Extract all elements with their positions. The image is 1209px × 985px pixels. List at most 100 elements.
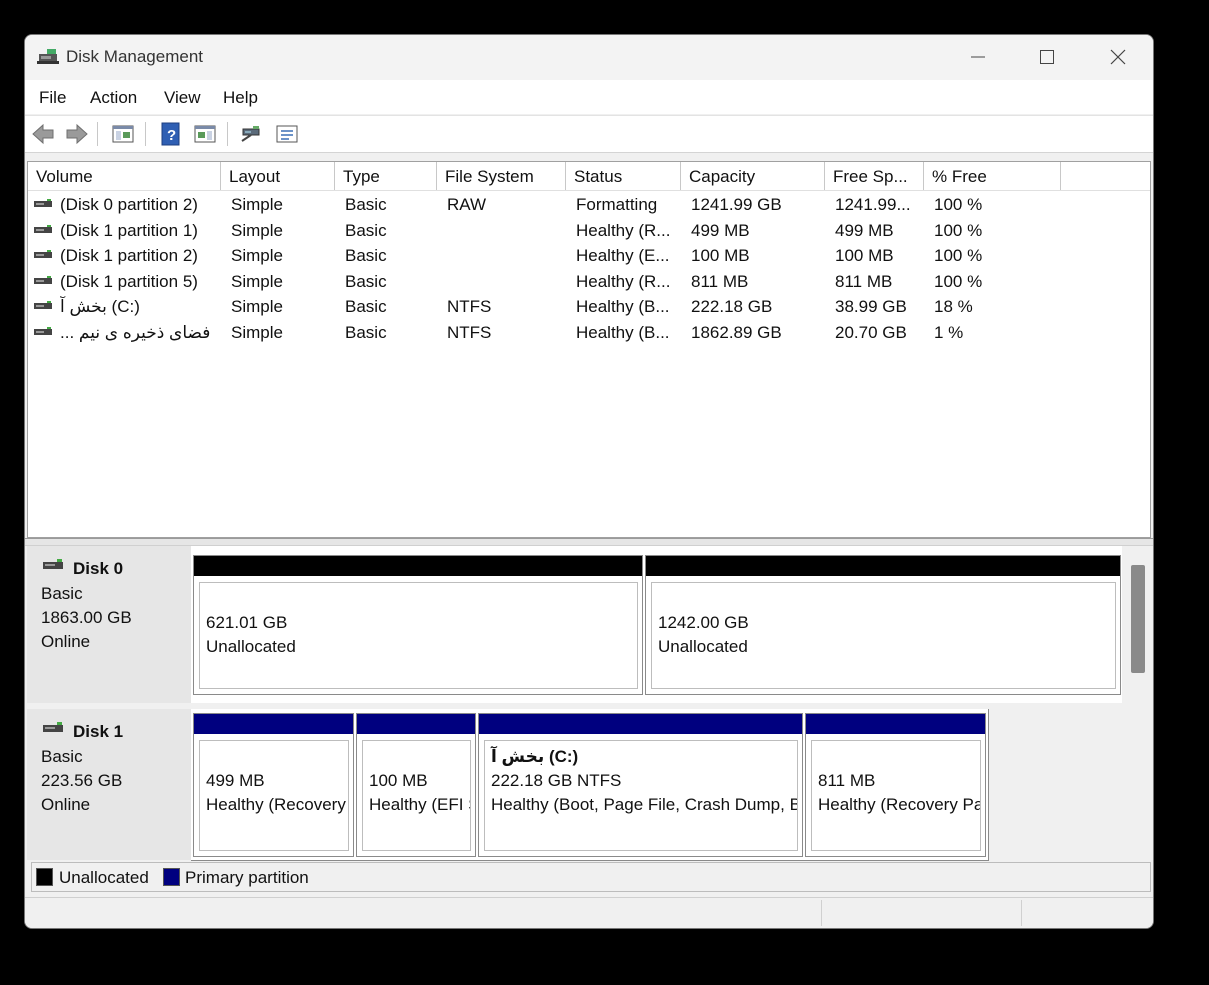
maximize-button[interactable] (1024, 39, 1070, 75)
cell-status: Healthy (B... (576, 297, 670, 317)
cell-volume: (Disk 1 partition 5) (60, 271, 198, 291)
partition-body: 811 MB Healthy (Recovery Partition) (811, 740, 981, 851)
cell-percent-free: 1 % (934, 323, 964, 342)
console-tree-icon[interactable] (111, 122, 135, 146)
column-layout[interactable]: Layout (221, 162, 335, 190)
legend-unallocated-label: Unallocated (59, 868, 149, 887)
disk-management-window: Disk Management File Action View Help ? … (24, 34, 1154, 929)
column-capacity[interactable]: Capacity (681, 162, 825, 190)
cell-status: Formatting (576, 195, 658, 214)
cell-file-system (447, 243, 557, 268)
cell-percent-free: 100 % (934, 220, 983, 240)
cell-type: Basic (345, 271, 387, 291)
column-volume[interactable]: Volume (28, 162, 221, 190)
column-file-system[interactable]: File System (437, 162, 566, 190)
disk-0-label[interactable]: Disk 0 Basic 1863.00 GB Online (27, 546, 191, 703)
volume-row[interactable]: ‎بخش آ (C:) Simple Basic NTFS Healthy (B... 2… (28, 294, 1150, 319)
partition-status: Healthy (Recovery Partition) (818, 795, 980, 814)
volume-drive-icon (34, 327, 52, 335)
menu-file[interactable]: File (39, 88, 66, 108)
disk-1-partition-c[interactable]: بخش آ (C:) 222.18 GB NTFS Healthy (Boot,… (478, 713, 803, 857)
volume-row[interactable]: (Disk 1 partition 2) Simple Basic Healthy (… (28, 243, 1150, 268)
partition-size: 222.18 GB NTFS (491, 771, 622, 790)
properties-icon[interactable] (275, 122, 299, 146)
cell-percent-free: 100 % (934, 246, 983, 266)
disk-1-label[interactable]: Disk 1 Basic 223.56 GB Online (27, 709, 191, 860)
cell-layout: Simple (231, 297, 283, 317)
status-bar (25, 897, 1153, 928)
cell-type: Basic (345, 220, 387, 240)
cell-volume: (Disk 0 partition 2) (60, 195, 198, 214)
column-status[interactable]: Status (566, 162, 681, 190)
disk-1-state: Online (41, 795, 91, 814)
cell-type: Basic (345, 297, 387, 317)
column-percent-free[interactable]: % Free (924, 162, 1061, 190)
volume-row[interactable]: (Disk 1 partition 1) Simple Basic Healthy (… (28, 218, 1150, 243)
disk-1-partition-1[interactable]: 499 MB Healthy (Recovery Partition) (193, 713, 354, 857)
toolbar-separator (145, 122, 146, 146)
cell-capacity: 222.18 GB (691, 297, 773, 317)
primary-partition-bar (479, 714, 802, 734)
close-button[interactable] (1095, 39, 1141, 75)
cell-layout: Simple (231, 195, 283, 214)
minimize-button[interactable] (955, 39, 1001, 75)
disk-1-partition-5[interactable]: 811 MB Healthy (Recovery Partition) (805, 713, 986, 857)
primary-partition-bar (357, 714, 475, 734)
disk-icon (43, 722, 63, 732)
disk-1-type: Basic (41, 747, 83, 766)
cell-file-system (447, 269, 557, 294)
column-free-space[interactable]: Free Sp... (825, 162, 924, 190)
volume-row[interactable]: (Disk 0 partition 2) Simple Basic RAW Format… (28, 192, 1150, 217)
disk-0-partition-1[interactable]: 621.01 GB Unallocated (193, 555, 643, 695)
disk-0-partition-2[interactable]: 1242.00 GB Unallocated (645, 555, 1121, 695)
title-bar: Disk Management (25, 35, 1153, 80)
menu-view[interactable]: View (164, 88, 201, 108)
cell-percent-free: 100 % (934, 271, 983, 291)
column-type[interactable]: Type (335, 162, 437, 190)
connect-icon[interactable] (239, 122, 263, 146)
cell-volume: (Disk 1 partition 2) (60, 246, 198, 266)
cell-status: Healthy (B... (576, 323, 670, 342)
partition-body: 499 MB Healthy (Recovery Partition) (199, 740, 349, 851)
status-divider (821, 900, 822, 926)
cell-status: Healthy (E... (576, 246, 670, 266)
volume-row[interactable]: ‎... فضای ذخیره ی نیم Simple Basic NTFS Heal… (28, 320, 1150, 345)
primary-partition-bar (194, 714, 353, 734)
cell-percent-free: 100 % (934, 195, 983, 214)
cell-volume: ‎... فضای ذخیره ی نیم (60, 323, 210, 342)
cell-layout: Simple (231, 323, 283, 342)
disk-management-app-icon (37, 49, 59, 64)
legend-unallocated-swatch (36, 868, 53, 886)
volume-drive-icon (34, 250, 52, 259)
volume-list[interactable]: Volume Layout Type File System Status Ca… (27, 161, 1151, 538)
cell-capacity: 1241.99 GB (691, 195, 782, 214)
partition-size: 1242.00 GB (658, 613, 749, 632)
back-icon[interactable] (31, 122, 55, 146)
toolbar: ? (25, 115, 1153, 153)
close-icon (1110, 49, 1126, 65)
volume-row[interactable]: (Disk 1 partition 5) Simple Basic Healthy (… (28, 269, 1150, 294)
menu-bar: File Action View Help (25, 80, 1153, 114)
menu-action[interactable]: Action (90, 88, 137, 108)
partition-body: بخش آ (C:) 222.18 GB NTFS Healthy (Boot,… (484, 740, 798, 851)
toolbar-separator (97, 122, 98, 146)
volume-drive-icon (34, 199, 52, 207)
partition-size: 499 MB (206, 771, 265, 790)
minimize-icon (971, 56, 985, 58)
forward-icon[interactable] (65, 122, 89, 146)
scrollbar-thumb[interactable] (1131, 565, 1145, 673)
cell-free-space: 1241.99... (835, 195, 911, 214)
volume-drive-icon (34, 301, 52, 310)
disk-1-partition-2[interactable]: 100 MB Healthy (EFI System Partition) (356, 713, 476, 857)
window-title: Disk Management (66, 47, 204, 66)
partition-body: 1242.00 GB Unallocated (651, 582, 1116, 689)
menu-help[interactable]: Help (223, 88, 258, 108)
cell-file-system: RAW (447, 195, 487, 214)
disk-1-name: Disk 1 (73, 722, 124, 741)
help-icon[interactable]: ? (159, 122, 183, 146)
partition-status: Healthy (EFI System Partition) (369, 795, 470, 814)
pane-splitter[interactable] (25, 538, 1153, 546)
action-pane-icon[interactable] (193, 122, 217, 146)
cell-status: Healthy (R... (576, 271, 671, 291)
disk-0-state: Online (41, 632, 91, 651)
